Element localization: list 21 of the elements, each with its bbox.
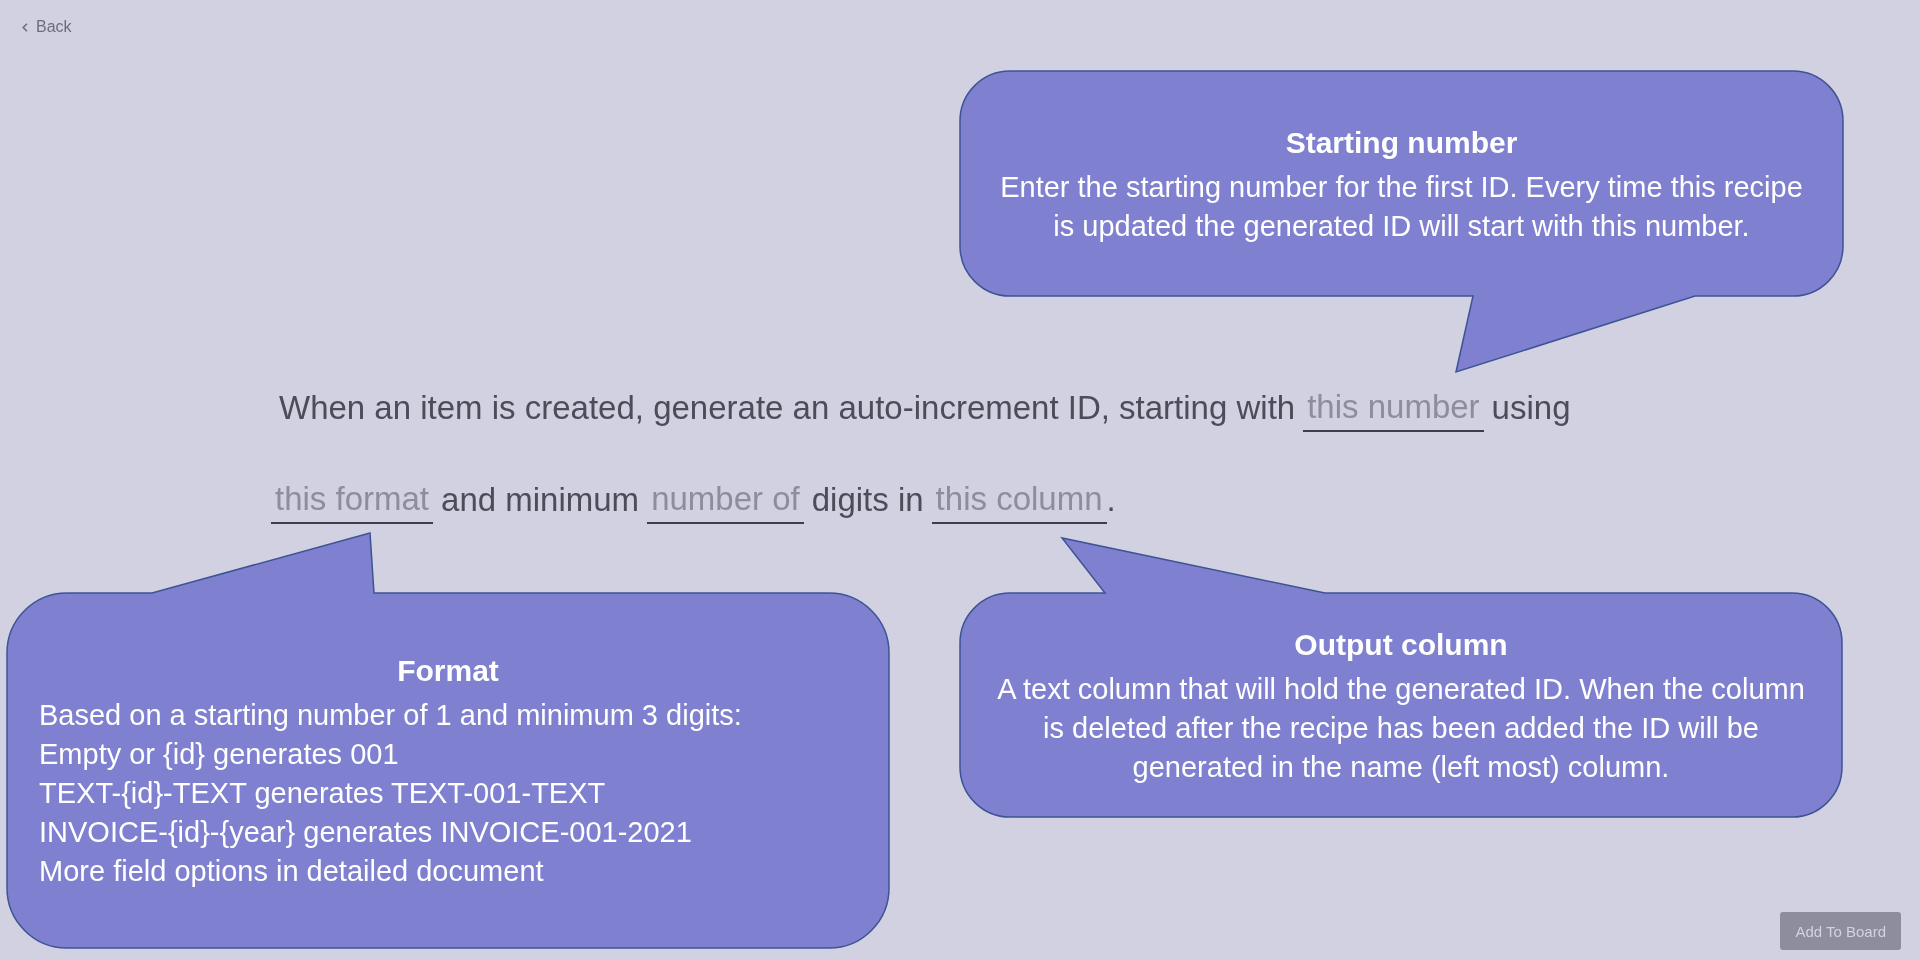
callout-text: Empty or {id} generates 001 xyxy=(39,737,399,772)
callout-text: A text column that will hold the generated ID. When the column is deleted after the recipe has been added the ID will be generated in the name (left most) column. xyxy=(996,671,1806,785)
callout-title: Format xyxy=(397,653,499,689)
input-field[interactable]: this format xyxy=(271,476,434,524)
callout-text: More field options in detailed document xyxy=(39,854,544,889)
callout-text: Based on a starting number of 1 and minimum 3 digits: xyxy=(39,698,742,733)
input-field[interactable]: this number xyxy=(1303,384,1484,432)
chevron-left-icon xyxy=(22,22,28,32)
sentence-text: When an item is created, generate an auto-increment ID, starting with xyxy=(279,388,1296,428)
sentence-text: using xyxy=(1491,388,1571,428)
callout-text: Enter the starting number for the first ID. Every time this recipe is updated the generated ID will start with this number. xyxy=(999,169,1804,244)
sentence-text: digits in xyxy=(811,480,924,520)
input-field[interactable]: number of xyxy=(647,476,804,524)
back-link[interactable]: Back xyxy=(22,17,72,37)
callout-title: Starting number xyxy=(1285,124,1518,161)
sentence-text: . xyxy=(1106,480,1116,520)
input-field[interactable]: this column xyxy=(931,476,1107,524)
sentence-text: and minimum xyxy=(441,480,640,520)
callout-text: TEXT-{id}-TEXT generates TEXT-001-TEXT xyxy=(39,776,606,811)
callout-text: INVOICE-{id}-{year} generates INVOICE-001-2021 xyxy=(39,815,692,850)
callout-title: Output column xyxy=(1294,626,1508,663)
